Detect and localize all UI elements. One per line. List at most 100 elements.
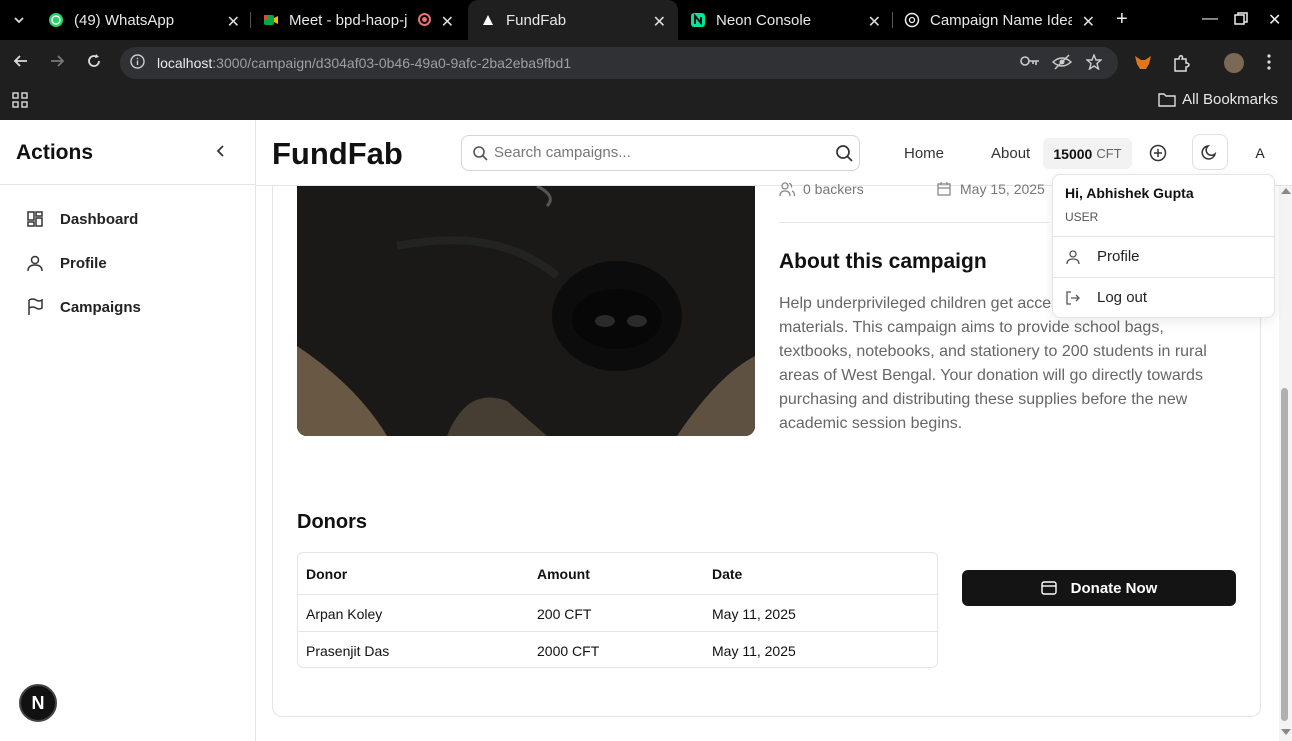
sidebar-item-label: Profile: [60, 254, 107, 272]
all-bookmarks-label: All Bookmarks: [1182, 91, 1278, 108]
url-text[interactable]: localhost:3000/campaign/d304af03-0b46-49…: [157, 55, 571, 71]
forward-arrow-icon[interactable]: [49, 53, 65, 74]
sidebar-header: Actions: [0, 120, 255, 185]
close-icon[interactable]: ✕: [1082, 12, 1095, 32]
tab-separator: [250, 12, 251, 28]
column-header-amount: Amount: [537, 566, 590, 582]
extensions-icon[interactable]: [1172, 54, 1190, 76]
table-row: Prasenjit Das 2000 CFT May 11, 2025: [298, 631, 937, 667]
tab-whatsapp[interactable]: (49) WhatsApp ✕: [48, 0, 240, 40]
scroll-down-arrow[interactable]: [1281, 729, 1291, 735]
close-icon[interactable]: ✕: [868, 12, 881, 32]
eye-off-icon[interactable]: [1051, 54, 1073, 74]
folder-icon: [1158, 93, 1176, 107]
backers-count: 0 backers: [779, 181, 864, 197]
chevron-down-icon: [14, 17, 24, 24]
credits-balance[interactable]: 15000 CFT: [1043, 138, 1132, 169]
window-close-icon[interactable]: ✕: [1268, 10, 1281, 30]
tab-label: FundFab: [506, 11, 567, 29]
theme-toggle-button[interactable]: [1192, 134, 1228, 170]
bookmarks-bar: [0, 86, 1292, 120]
metamask-icon[interactable]: [1134, 54, 1152, 74]
donor-amount: 2000 CFT: [537, 643, 600, 659]
divider: [779, 222, 1049, 223]
dog-photo: [297, 186, 755, 436]
apps-grid-icon[interactable]: [12, 92, 28, 113]
donor-date: May 11, 2025: [712, 606, 796, 622]
close-icon[interactable]: ✕: [653, 12, 666, 32]
sidebar-title: Actions: [16, 141, 94, 164]
dashboard-icon: [27, 211, 43, 227]
search-submit-icon[interactable]: [835, 144, 853, 162]
donors-table: Donor Amount Date Arpan Koley 200 CFT Ma…: [297, 552, 938, 668]
profile-avatar-icon[interactable]: [1224, 53, 1244, 73]
scroll-up-arrow[interactable]: [1281, 188, 1291, 194]
menu-divider: [1053, 236, 1274, 237]
back-arrow-icon[interactable]: [13, 53, 29, 74]
site-info-icon[interactable]: [130, 54, 145, 73]
menu-item-label: Log out: [1097, 289, 1148, 306]
sidebar-item-campaigns[interactable]: Campaigns: [26, 298, 141, 316]
sidebar-item-profile[interactable]: Profile: [26, 254, 107, 272]
tab-search-button[interactable]: [12, 0, 32, 40]
search-input[interactable]: [494, 144, 824, 161]
end-date-text: May 15, 2025: [960, 181, 1045, 197]
url-host: localhost: [157, 55, 213, 71]
close-icon[interactable]: ✕: [227, 12, 240, 32]
collapse-sidebar-button[interactable]: [214, 142, 228, 163]
sidebar-item-label: Dashboard: [60, 210, 139, 228]
user-icon: [27, 255, 43, 272]
user-role: USER: [1065, 210, 1099, 224]
moon-icon: [1201, 144, 1217, 160]
plus-circle-icon: [1149, 144, 1167, 162]
url-path: :3000/campaign/d304af03-0b46-49a0-9afc-2…: [212, 55, 572, 71]
nav-home-link[interactable]: Home: [904, 145, 944, 162]
column-header-donor: Donor: [306, 566, 348, 582]
user-greeting: Hi, Abhishek Gupta: [1065, 185, 1194, 201]
tab-meet[interactable]: Meet - bpd-haop-j ✕: [263, 0, 454, 40]
minimize-icon[interactable]: —: [1202, 10, 1218, 28]
tab-chatgpt[interactable]: Campaign Name Idea ✕: [904, 0, 1095, 40]
donate-label: Donate Now: [1070, 579, 1158, 597]
donor-date: May 11, 2025: [712, 643, 796, 659]
donor-name: Prasenjit Das: [306, 643, 390, 659]
tab-label: Meet - bpd-haop-j: [289, 11, 408, 29]
tab-neon[interactable]: Neon Console ✕: [690, 0, 881, 40]
tab-label: Campaign Name Idea: [930, 11, 1072, 29]
nextjs-dev-badge[interactable]: N: [19, 684, 57, 722]
scrollbar-thumb[interactable]: [1281, 388, 1288, 721]
tab-separator: [892, 12, 893, 28]
reload-icon[interactable]: [86, 53, 102, 74]
search-box[interactable]: [461, 135, 860, 171]
recording-icon: [418, 13, 431, 26]
key-icon[interactable]: [1020, 54, 1040, 72]
sidebar-item-dashboard[interactable]: Dashboard: [26, 210, 138, 228]
tab-fundfab[interactable]: FundFab ✕: [468, 0, 678, 40]
logout-icon: [1066, 290, 1080, 305]
user-avatar-button[interactable]: A: [1244, 137, 1276, 169]
donor-amount: 200 CFT: [537, 606, 592, 622]
donors-title: Donors: [297, 511, 367, 533]
close-icon[interactable]: ✕: [441, 12, 454, 32]
all-bookmarks-button[interactable]: All Bookmarks: [1158, 91, 1278, 108]
menu-divider: [1053, 277, 1274, 278]
backers-text: 0 backers: [803, 181, 864, 197]
donate-now-button[interactable]: Donate Now: [962, 570, 1236, 606]
star-icon[interactable]: [1085, 53, 1103, 74]
menu-item-logout[interactable]: Log out: [1065, 289, 1147, 306]
menu-item-profile[interactable]: Profile: [1065, 248, 1140, 265]
table-header-row: Donor Amount Date: [298, 553, 937, 594]
new-tab-icon[interactable]: +: [1116, 8, 1128, 31]
google-meet-icon: [263, 12, 279, 28]
nav-about-link[interactable]: About: [991, 145, 1030, 162]
triangle-icon: [480, 12, 496, 28]
brand-logo[interactable]: FundFab: [272, 136, 403, 172]
create-campaign-button[interactable]: [1148, 143, 1168, 163]
end-date: May 15, 2025: [936, 181, 1045, 197]
column-header-date: Date: [712, 566, 743, 582]
maximize-icon[interactable]: [1234, 12, 1248, 31]
credit-card-icon: [1040, 581, 1057, 595]
users-icon: [779, 182, 795, 197]
more-vert-icon[interactable]: [1266, 54, 1272, 74]
donor-name: Arpan Koley: [306, 606, 383, 622]
